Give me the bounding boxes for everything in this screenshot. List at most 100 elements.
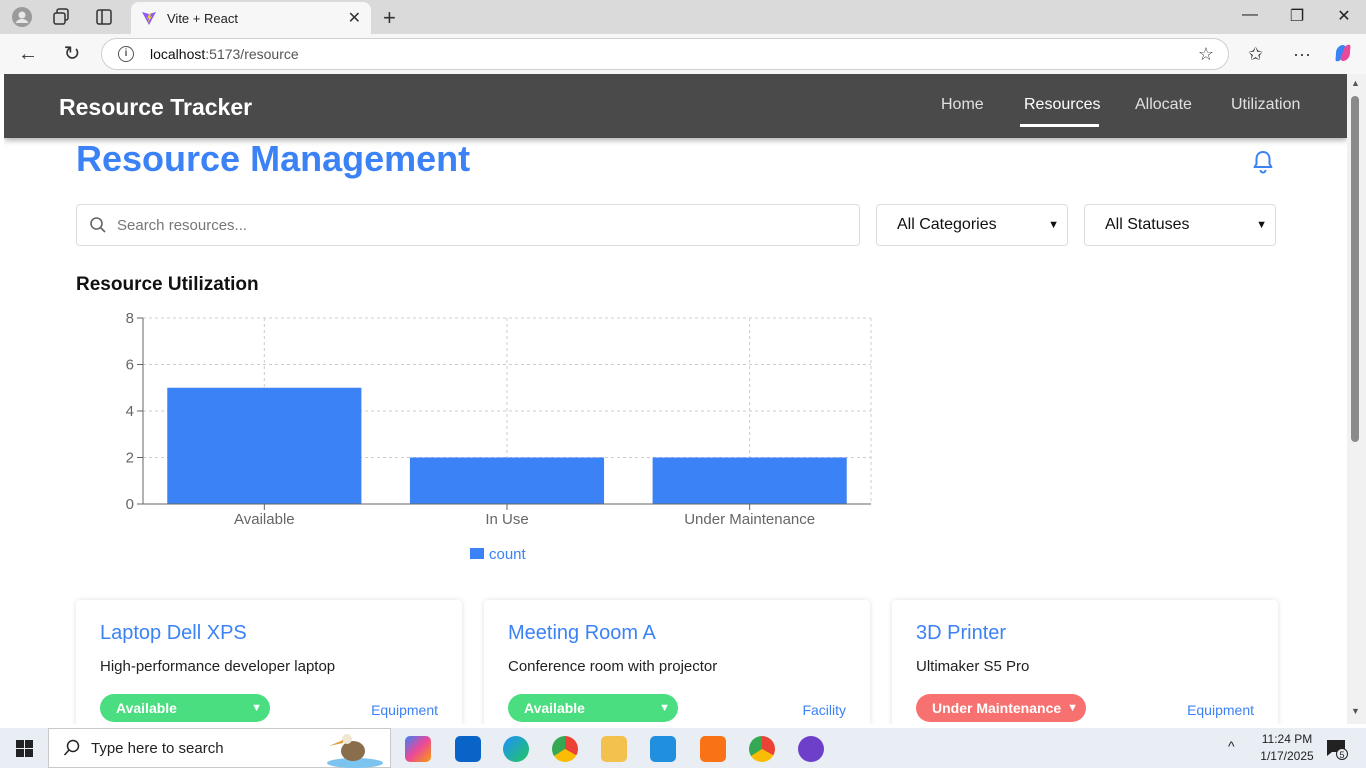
status-value: Available [116, 700, 177, 716]
x-tick-label: Under Maintenance [684, 511, 815, 528]
minimize-icon[interactable]: — [1235, 6, 1265, 24]
scrollbar-thumb[interactable] [1351, 96, 1359, 442]
chart-section-heading: Resource Utilization [76, 274, 259, 295]
taskbar-search-input[interactable]: Type here to search [48, 728, 391, 768]
site-info-icon[interactable]: i [118, 46, 134, 62]
clock[interactable]: 11:24 PM 1/17/2025 [1254, 732, 1320, 763]
edge-app-icon[interactable] [503, 736, 529, 762]
outlook-app-icon[interactable] [455, 736, 481, 762]
search-icon [90, 217, 106, 233]
chevron-down-icon: ▼ [1067, 702, 1078, 714]
notification-center-icon[interactable]: 5 [1324, 739, 1348, 760]
pelican-illustration-icon [327, 734, 383, 768]
restore-icon[interactable]: ❐ [1282, 6, 1312, 26]
file-explorer-app-icon[interactable] [601, 736, 627, 762]
legend-swatch [470, 548, 484, 559]
url-path: :5173/resource [205, 46, 299, 62]
close-tab-icon[interactable]: ✕ [348, 8, 361, 28]
search-placeholder: Search resources... [117, 216, 248, 234]
clock-date: 1/17/2025 [1260, 749, 1314, 763]
y-tick-label: 2 [126, 450, 134, 467]
bar [652, 457, 847, 504]
search-input[interactable]: Search resources... [76, 204, 860, 246]
resource-category: Equipment [371, 702, 438, 718]
bar [167, 387, 362, 504]
tab-title: Vite + React [167, 10, 238, 26]
app-navbar: Resource Tracker Home Resources Allocate… [4, 74, 1347, 138]
resource-description: High-performance developer laptop [100, 658, 336, 675]
brand-logo[interactable]: Resource Tracker [59, 94, 252, 121]
browser-tab-active[interactable]: Vite + React ✕ [131, 2, 371, 34]
x-tick-label: In Use [485, 511, 528, 528]
resource-category: Facility [802, 702, 846, 718]
chrome-profile-app-icon[interactable] [749, 736, 775, 762]
status-filter-value: All Statuses [1105, 216, 1190, 233]
url-host: localhost [150, 46, 206, 62]
status-select[interactable]: Under Maintenance ▼ [916, 694, 1086, 722]
nav-home[interactable]: Home [941, 96, 984, 114]
copilot-icon[interactable] [1332, 42, 1354, 69]
favorite-star-icon[interactable]: ☆ [1198, 44, 1214, 65]
vite-icon [142, 12, 156, 25]
y-tick-label: 4 [126, 403, 134, 420]
tray-chevron-up-icon[interactable]: ^ [1228, 738, 1235, 754]
browser-tab-bar: Vite + React ✕ + — ❐ ✕ [0, 0, 1366, 34]
status-select[interactable]: Available ▼ [508, 694, 678, 722]
status-value: Available [524, 700, 585, 716]
resource-category: Equipment [1187, 702, 1254, 718]
resource-card[interactable]: Laptop Dell XPS High-performance develop… [76, 600, 462, 724]
github-desktop-app-icon[interactable] [798, 736, 824, 762]
category-filter-value: All Categories [897, 216, 997, 233]
chevron-down-icon: ▼ [1256, 219, 1267, 231]
back-icon[interactable]: ← [16, 43, 40, 65]
vertical-tabs-icon[interactable] [93, 6, 115, 28]
windows-start-icon[interactable] [16, 740, 33, 762]
legend-label: count [489, 546, 527, 560]
x-tick-label: Available [234, 511, 295, 528]
scroll-up-icon[interactable]: ▲ [1351, 78, 1360, 88]
scroll-down-icon[interactable]: ▼ [1351, 706, 1360, 716]
url-field[interactable]: i localhost :5173/resource ☆ [101, 38, 1229, 70]
vscode-app-icon[interactable] [650, 736, 676, 762]
nav-resources[interactable]: Resources [1024, 96, 1100, 114]
category-filter-select[interactable]: All Categories ▼ [876, 204, 1068, 246]
resource-name[interactable]: Laptop Dell XPS [100, 622, 247, 645]
status-filter-select[interactable]: All Statuses ▼ [1084, 204, 1276, 246]
copilot-app-icon[interactable] [405, 736, 431, 762]
refresh-icon[interactable]: ↻ [60, 43, 84, 65]
workspaces-icon[interactable] [51, 6, 73, 28]
y-tick-label: 8 [126, 310, 134, 327]
windows-taskbar: Type here to search ^ 11:24 PM 1/17/2025… [0, 728, 1366, 768]
y-tick-label: 6 [126, 357, 134, 374]
resource-name[interactable]: 3D Printer [916, 622, 1006, 645]
xampp-app-icon[interactable] [700, 736, 726, 762]
status-value: Under Maintenance [932, 700, 1062, 716]
bell-icon[interactable] [1252, 150, 1274, 174]
favorites-icon[interactable]: ✩ [1248, 44, 1263, 65]
page-title: Resource Management [76, 138, 471, 179]
address-bar-row: ← ↻ i localhost :5173/resource ☆ ✩ ··· [0, 34, 1366, 74]
chevron-down-icon: ▼ [659, 702, 670, 714]
nav-utilization[interactable]: Utilization [1231, 96, 1300, 114]
y-tick-label: 0 [126, 496, 134, 513]
nav-allocate[interactable]: Allocate [1135, 96, 1192, 114]
chrome-app-icon[interactable] [552, 736, 578, 762]
status-select[interactable]: Available ▼ [100, 694, 270, 722]
clock-time: 11:24 PM [1261, 732, 1313, 746]
chevron-down-icon: ▼ [1048, 219, 1059, 231]
resource-card[interactable]: Meeting Room A Conference room with proj… [484, 600, 870, 724]
resource-description: Ultimaker S5 Pro [916, 658, 1030, 675]
resource-name[interactable]: Meeting Room A [508, 622, 656, 645]
resource-card[interactable]: 3D Printer Ultimaker S5 Pro Under Mainte… [892, 600, 1278, 724]
page-scrollbar[interactable]: ▲ ▼ [1347, 74, 1366, 724]
app-viewport: Resource Tracker Home Resources Allocate… [4, 74, 1347, 724]
profile-icon[interactable] [11, 6, 33, 28]
notification-count: 5 [1336, 748, 1348, 760]
active-nav-indicator [1020, 124, 1099, 127]
more-menu-icon[interactable]: ··· [1293, 44, 1311, 65]
bar [409, 457, 605, 504]
window-close-icon[interactable]: ✕ [1329, 6, 1359, 26]
new-tab-icon[interactable]: + [383, 5, 396, 31]
utilization-bar-chart: 0 2 4 6 8 Available In Use Under Maintenance cou… [126, 310, 872, 560]
search-icon [63, 739, 80, 756]
